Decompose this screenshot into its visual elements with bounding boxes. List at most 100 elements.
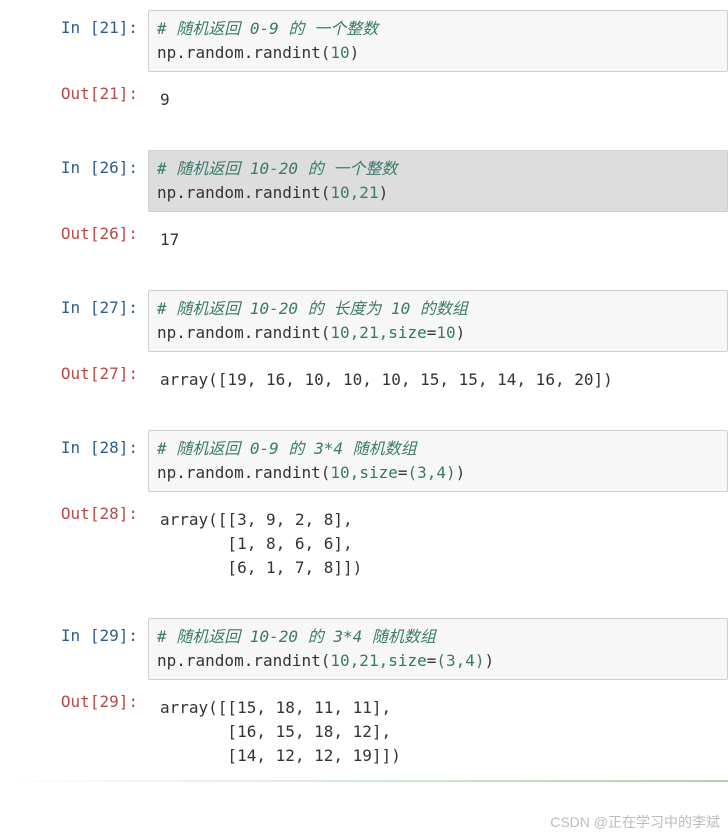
in-label: In	[61, 438, 90, 457]
colon: :	[128, 84, 138, 103]
code-comment: # 随机返回 10-20 的 长度为 10 的数组	[157, 299, 468, 318]
out-prompt: Out[21]:	[0, 76, 148, 118]
code-cell[interactable]: # 随机返回 0-9 的 一个整数 np.random.randint(10)	[148, 10, 728, 72]
lbracket: [	[90, 692, 100, 711]
lbracket: [	[90, 84, 100, 103]
rbracket: ]	[119, 504, 129, 523]
in-prompt: In [29]:	[0, 618, 148, 680]
colon: :	[128, 224, 138, 243]
code-cell[interactable]: # 随机返回 0-9 的 3*4 随机数组 np.random.randint(…	[148, 430, 728, 492]
output-body: 9	[148, 76, 728, 118]
cell-output: Out[29]: array([[15, 18, 11, 11], [16, 1…	[0, 684, 728, 774]
cell-output: Out[26]: 17	[0, 216, 728, 258]
rparen: )	[350, 43, 360, 62]
lbracket: [	[90, 224, 100, 243]
lparen: (	[321, 43, 331, 62]
in-prompt: In [26]:	[0, 150, 148, 212]
out-label: Out	[61, 224, 90, 243]
in-number: 26	[99, 158, 118, 177]
lbracket: [	[90, 438, 100, 457]
output-body: array([[15, 18, 11, 11], [16, 15, 18, 12…	[148, 684, 728, 774]
code-comment: # 随机返回 10-20 的 一个整数	[157, 159, 397, 178]
out-number: 21	[99, 84, 118, 103]
kw-val: 10	[436, 323, 455, 342]
rbracket: ]	[119, 18, 129, 37]
kw-eq: =	[427, 651, 437, 670]
in-label: In	[61, 158, 90, 177]
colon: :	[128, 504, 138, 523]
out-number: 28	[99, 504, 118, 523]
out-label: Out	[61, 504, 90, 523]
lbracket: [	[90, 298, 100, 317]
rparen: )	[456, 323, 466, 342]
in-prompt: In [21]:	[0, 10, 148, 72]
kw-name: size	[388, 651, 427, 670]
args: 10	[330, 43, 349, 62]
func-name: np.random.randint	[157, 651, 321, 670]
colon: :	[128, 438, 138, 457]
cell-output: Out[28]: array([[3, 9, 2, 8], [1, 8, 6, …	[0, 496, 728, 586]
lparen: (	[321, 651, 331, 670]
cell-input: In [21]: # 随机返回 0-9 的 一个整数 np.random.ran…	[0, 10, 728, 72]
colon: :	[128, 18, 138, 37]
cell-input: In [27]: # 随机返回 10-20 的 长度为 10 的数组 np.ra…	[0, 290, 728, 352]
lbracket: [	[90, 504, 100, 523]
output-text: 9	[160, 82, 720, 112]
rbracket: ]	[119, 438, 129, 457]
in-number: 21	[99, 18, 118, 37]
out-prompt: Out[28]:	[0, 496, 148, 586]
in-label: In	[61, 18, 90, 37]
rbracket: ]	[119, 298, 129, 317]
out-label: Out	[61, 364, 90, 383]
output-text: array([[3, 9, 2, 8], [1, 8, 6, 6], [6, 1…	[160, 502, 720, 580]
output-body: 17	[148, 216, 728, 258]
cell-input: In [26]: # 随机返回 10-20 的 一个整数 np.random.r…	[0, 150, 728, 212]
lbracket: [	[90, 158, 100, 177]
func-name: np.random.randint	[157, 323, 321, 342]
in-number: 27	[99, 298, 118, 317]
in-label: In	[61, 298, 90, 317]
rbracket: ]	[119, 158, 129, 177]
rbracket: ]	[119, 84, 129, 103]
rparen: )	[379, 183, 389, 202]
cell-output: Out[27]: array([19, 16, 10, 10, 10, 15, …	[0, 356, 728, 398]
code-comment: # 随机返回 0-9 的 一个整数	[157, 19, 378, 38]
colon: :	[128, 158, 138, 177]
cell-input: In [29]: # 随机返回 10-20 的 3*4 随机数组 np.rand…	[0, 618, 728, 680]
output-text: array([[15, 18, 11, 11], [16, 15, 18, 12…	[160, 690, 720, 768]
colon: :	[128, 692, 138, 711]
colon: :	[128, 626, 138, 645]
output-body: array([19, 16, 10, 10, 10, 15, 15, 14, 1…	[148, 356, 728, 398]
rbracket: ]	[119, 364, 129, 383]
in-label: In	[61, 626, 90, 645]
divider	[0, 780, 728, 782]
func-name: np.random.randint	[157, 183, 321, 202]
code-comment: # 随机返回 10-20 的 3*4 随机数组	[157, 627, 436, 646]
args-prefix: 10,21,	[330, 651, 388, 670]
out-number: 27	[99, 364, 118, 383]
rparen: )	[456, 463, 466, 482]
code-comment: # 随机返回 0-9 的 3*4 随机数组	[157, 439, 417, 458]
rbracket: ]	[119, 224, 129, 243]
func-name: np.random.randint	[157, 463, 321, 482]
code-cell[interactable]: # 随机返回 10-20 的 一个整数 np.random.randint(10…	[148, 150, 728, 212]
code-cell[interactable]: # 随机返回 10-20 的 长度为 10 的数组 np.random.rand…	[148, 290, 728, 352]
colon: :	[128, 364, 138, 383]
lbracket: [	[90, 364, 100, 383]
lbracket: [	[90, 626, 100, 645]
lparen: (	[321, 463, 331, 482]
out-label: Out	[61, 692, 90, 711]
lparen: (	[321, 323, 331, 342]
cell-output: Out[21]: 9	[0, 76, 728, 118]
out-number: 29	[99, 692, 118, 711]
in-prompt: In [28]:	[0, 430, 148, 492]
func-name: np.random.randint	[157, 43, 321, 62]
output-text: array([19, 16, 10, 10, 10, 15, 15, 14, 1…	[160, 362, 720, 392]
args-prefix: 10,	[330, 463, 359, 482]
output-text: 17	[160, 222, 720, 252]
code-cell[interactable]: # 随机返回 10-20 的 3*4 随机数组 np.random.randin…	[148, 618, 728, 680]
rbracket: ]	[119, 692, 129, 711]
kw-name: size	[359, 463, 398, 482]
in-number: 29	[99, 626, 118, 645]
kw-tuple: (3,4)	[407, 463, 455, 482]
